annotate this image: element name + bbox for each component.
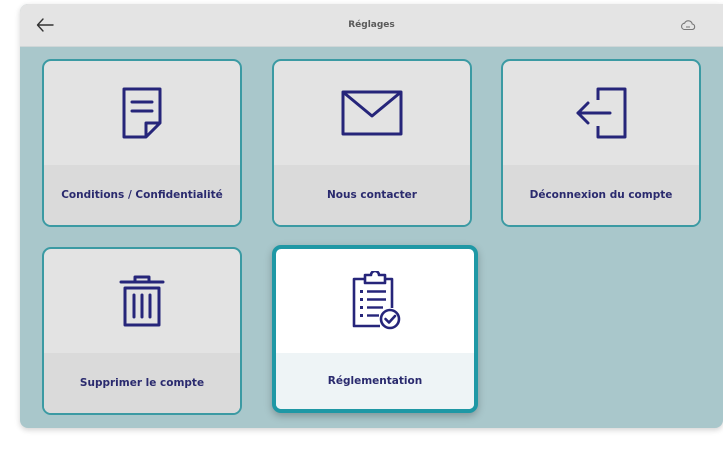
tile-conditions-privacy[interactable]: Conditions / Confidentialité xyxy=(42,59,242,227)
tile-label: Déconnexion du compte xyxy=(529,189,673,201)
document-icon xyxy=(122,87,162,139)
tile-icon-area xyxy=(44,249,240,353)
top-bar: Réglages xyxy=(20,4,723,47)
tile-icon-area xyxy=(503,61,699,165)
tile-label: Conditions / Confidentialité xyxy=(61,189,223,201)
logout-icon xyxy=(576,87,627,139)
tile-icon-area xyxy=(44,61,240,165)
tile-label: Nous contacter xyxy=(327,189,417,201)
settings-window: Réglages Conditions / Confidentialité No… xyxy=(20,4,723,428)
tile-icon-area xyxy=(276,249,474,353)
clipboard-check-icon xyxy=(352,271,401,330)
tile-logout[interactable]: Déconnexion du compte xyxy=(501,59,701,227)
page-title: Réglages xyxy=(348,20,395,30)
tile-contact-us[interactable]: Nous contacter xyxy=(272,59,472,227)
tile-label: Réglementation xyxy=(327,375,423,387)
trash-icon xyxy=(119,275,165,327)
tile-icon-area xyxy=(274,61,470,165)
tile-delete-account[interactable]: Supprimer le compte xyxy=(42,247,242,415)
envelope-icon xyxy=(341,90,403,136)
cloud-status xyxy=(679,17,697,33)
tile-label: Supprimer le compte xyxy=(79,377,205,389)
cloud-icon xyxy=(681,20,696,31)
tile-regulation[interactable]: Réglementation xyxy=(272,245,478,413)
